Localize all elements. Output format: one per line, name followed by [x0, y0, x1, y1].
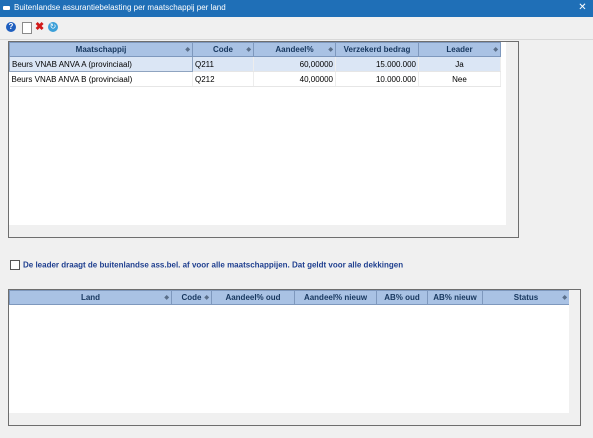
column-header-leader[interactable]: Leader ◆	[418, 42, 501, 57]
new-document-icon	[22, 22, 32, 34]
cell-leader[interactable]: Ja	[418, 56, 501, 72]
companies-header-row: Maatschappij ◆ Code ◆ Aandeel% ◆ Verzekerd …	[9, 42, 501, 57]
sort-icon: ◆	[185, 47, 190, 53]
column-header-ab-oud[interactable]: AB% oud	[376, 290, 428, 305]
refresh-button[interactable]: ↻	[48, 22, 60, 34]
column-header-land[interactable]: Land ◆	[9, 290, 172, 305]
sort-icon: ◆	[204, 295, 209, 301]
help-button[interactable]: ?	[6, 22, 18, 34]
toolbar: ? ✖ ↻	[0, 17, 593, 40]
refresh-icon: ↻	[48, 22, 58, 32]
cell-aandeel[interactable]: 60,00000	[253, 56, 336, 72]
cell-code[interactable]: Q212	[192, 71, 254, 87]
column-header-aandeel-nieuw[interactable]: Aandeel% nieuw	[294, 290, 377, 305]
help-icon: ?	[6, 22, 16, 32]
leader-checkbox-label[interactable]: De leader draagt de buitenlandse ass.bel…	[23, 261, 403, 270]
cell-maatschappij[interactable]: Beurs VNAB ANVA B (provinciaal)	[9, 71, 193, 87]
countries-table: Land ◆ Code ◆ Aandeel% oud Aandeel% nieuw …	[9, 290, 570, 305]
column-header-maatschappij[interactable]: Maatschappij ◆	[9, 42, 193, 57]
column-header-aandeel[interactable]: Aandeel% ◆	[253, 42, 336, 57]
column-header-code[interactable]: Code ◆	[192, 42, 254, 57]
column-header-verzekerd-bedrag[interactable]: Verzekerd bedrag	[335, 42, 419, 57]
cell-maatschappij[interactable]: Beurs VNAB ANVA A (provinciaal)	[9, 56, 193, 72]
delete-button[interactable]: ✖	[35, 22, 47, 34]
vertical-scrollbar-area[interactable]	[506, 42, 518, 225]
sort-icon: ◆	[328, 47, 333, 53]
sort-icon: ◆	[493, 47, 498, 53]
cell-leader[interactable]: Nee	[418, 71, 501, 87]
column-header-aandeel-oud[interactable]: Aandeel% oud	[211, 290, 295, 305]
cell-verzekerd-bedrag[interactable]: 10.000.000	[335, 71, 419, 87]
cell-code[interactable]: Q211	[192, 56, 254, 72]
sort-icon: ◆	[246, 47, 251, 53]
column-header-code[interactable]: Code ◆	[171, 290, 212, 305]
close-button[interactable]: ✕	[576, 2, 589, 15]
column-header-ab-nieuw[interactable]: AB% nieuw	[427, 290, 483, 305]
title-bar: Buitenlandse assurantiebelasting per maa…	[0, 0, 593, 17]
horizontal-scrollbar-area[interactable]	[9, 225, 518, 237]
app-icon	[3, 6, 10, 10]
column-header-status[interactable]: Status ◆	[482, 290, 570, 305]
sort-icon: ◆	[562, 295, 567, 301]
sort-icon: ◆	[164, 295, 169, 301]
vertical-scrollbar-area[interactable]	[569, 290, 580, 413]
cell-verzekerd-bedrag[interactable]: 15.000.000	[335, 56, 419, 72]
companies-grid[interactable]: Maatschappij ◆ Code ◆ Aandeel% ◆ Verzekerd …	[8, 41, 519, 238]
leader-checkbox[interactable]	[10, 260, 20, 270]
delete-icon: ✖	[35, 21, 45, 33]
table-row[interactable]: Beurs VNAB ANVA A (provinciaal) Q211 60,…	[9, 56, 501, 72]
leader-checkbox-row[interactable]: De leader draagt de buitenlandse ass.bel…	[10, 260, 403, 270]
new-button[interactable]	[21, 22, 33, 34]
countries-header-row: Land ◆ Code ◆ Aandeel% oud Aandeel% nieuw …	[9, 290, 570, 305]
companies-table: Maatschappij ◆ Code ◆ Aandeel% ◆ Verzekerd …	[9, 42, 501, 87]
table-row[interactable]: Beurs VNAB ANVA B (provinciaal) Q212 40,…	[9, 71, 501, 87]
cell-aandeel[interactable]: 40,00000	[253, 71, 336, 87]
countries-grid[interactable]: Land ◆ Code ◆ Aandeel% oud Aandeel% nieuw …	[8, 289, 581, 426]
window-title: Buitenlandse assurantiebelasting per maa…	[14, 3, 226, 12]
horizontal-scrollbar-area[interactable]	[9, 413, 580, 425]
